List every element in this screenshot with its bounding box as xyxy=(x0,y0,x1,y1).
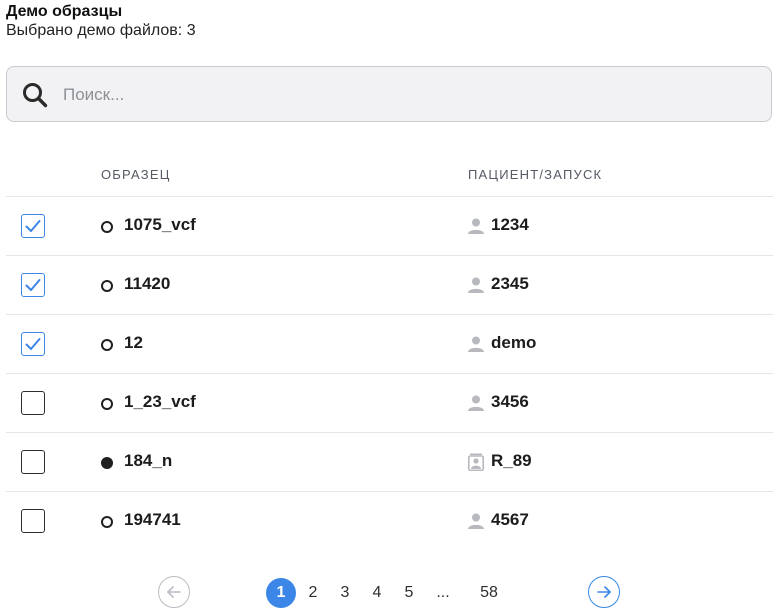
row-checkbox[interactable] xyxy=(21,391,45,415)
status-dot-empty-icon xyxy=(101,280,113,292)
row-checkbox[interactable] xyxy=(21,450,45,474)
page-button[interactable]: 4 xyxy=(362,578,392,608)
page-ellipsis: ... xyxy=(436,584,450,601)
column-header-patient: ПАЦИЕНТ/ЗАПУСК xyxy=(468,167,603,182)
sample-name[interactable]: 12 xyxy=(124,333,143,353)
patient-name[interactable]: 4567 xyxy=(491,510,529,530)
table-row[interactable]: 194741 4567 xyxy=(6,492,773,550)
row-checkbox[interactable] xyxy=(21,509,45,533)
status-dot-empty-icon xyxy=(101,398,113,410)
page-button[interactable]: 58 xyxy=(474,578,504,608)
prev-page-button[interactable] xyxy=(158,576,190,608)
page-title: Демо образцы xyxy=(6,3,123,20)
arrow-left-icon xyxy=(167,586,181,598)
checkmark-icon xyxy=(25,220,41,232)
run-icon xyxy=(467,453,485,472)
person-icon xyxy=(467,276,485,294)
page-button[interactable]: 1 xyxy=(266,578,296,608)
header: Демо образцы Выбрано демо файлов: 3 xyxy=(6,2,196,41)
samples-table: ОБРАЗЕЦ ПАЦИЕНТ/ЗАПУСК 1075_vcf 1234 11420… xyxy=(6,152,773,550)
table-row[interactable]: 1_23_vcf 3456 xyxy=(6,374,773,433)
table-header: ОБРАЗЕЦ ПАЦИЕНТ/ЗАПУСК xyxy=(6,152,773,197)
sample-name[interactable]: 1_23_vcf xyxy=(124,392,196,412)
sample-name[interactable]: 184_n xyxy=(124,451,172,471)
checkmark-icon xyxy=(25,279,41,291)
row-checkbox[interactable] xyxy=(21,273,45,297)
status-dot-empty-icon xyxy=(101,516,113,528)
sample-name[interactable]: 11420 xyxy=(124,274,170,294)
person-icon xyxy=(467,512,485,530)
status-dot-filled-icon xyxy=(101,457,113,469)
table-row[interactable]: 184_n R_89 xyxy=(6,433,773,492)
search-box[interactable] xyxy=(6,66,772,122)
table-row[interactable]: 1075_vcf 1234 xyxy=(6,197,773,256)
patient-name[interactable]: R_89 xyxy=(491,451,532,471)
column-header-sample: ОБРАЗЕЦ xyxy=(101,167,171,182)
table-row[interactable]: 12 demo xyxy=(6,315,773,374)
search-icon xyxy=(23,83,48,108)
table-row[interactable]: 11420 2345 xyxy=(6,256,773,315)
status-dot-empty-icon xyxy=(101,221,113,233)
patient-name[interactable]: 2345 xyxy=(491,274,529,294)
sample-name[interactable]: 1075_vcf xyxy=(124,215,196,235)
patient-name[interactable]: demo xyxy=(491,333,536,353)
row-checkbox[interactable] xyxy=(21,332,45,356)
page-button[interactable]: 5 xyxy=(394,578,424,608)
sample-name[interactable]: 194741 xyxy=(124,510,181,530)
page-button[interactable]: 3 xyxy=(330,578,360,608)
patient-name[interactable]: 1234 xyxy=(491,215,529,235)
table-body: 1075_vcf 1234 11420 2345 12 demo 1_23_vcf 3456 1… xyxy=(6,197,773,550)
pagination: 1 2 3 4 5... 58 xyxy=(0,574,778,612)
next-page-button[interactable] xyxy=(588,576,620,608)
row-checkbox[interactable] xyxy=(21,214,45,238)
page-button[interactable]: 2 xyxy=(298,578,328,608)
person-icon xyxy=(467,394,485,412)
arrow-right-icon xyxy=(597,586,611,598)
status-dot-empty-icon xyxy=(101,339,113,351)
patient-name[interactable]: 3456 xyxy=(491,392,529,412)
selected-count: Выбрано демо файлов: 3 xyxy=(6,22,196,39)
checkmark-icon xyxy=(25,338,41,350)
person-icon xyxy=(467,217,485,235)
person-icon xyxy=(467,335,485,353)
search-input[interactable] xyxy=(61,75,755,115)
